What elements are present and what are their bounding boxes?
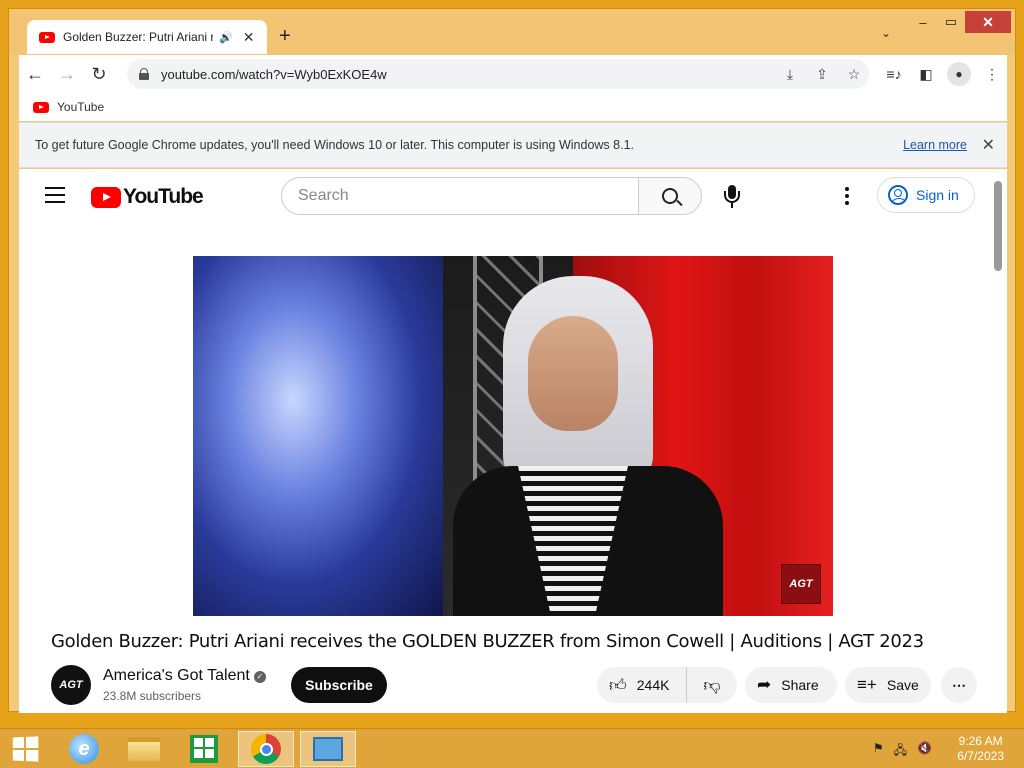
window-controls: – ▭ ✕ [909, 11, 1011, 33]
video-stage-lights [193, 256, 443, 616]
youtube-wordmark: YouTube [123, 185, 204, 208]
like-button[interactable]: 👍︎ 244K [597, 667, 687, 703]
like-dislike-group: 👍︎ 244K 👎︎ [597, 667, 737, 703]
share-page-icon[interactable]: ⇪ [813, 66, 831, 83]
profile-avatar-icon[interactable]: ● [947, 62, 971, 86]
bookmark-youtube[interactable]: YouTube [33, 100, 104, 114]
share-arrow-icon: ➦ [757, 675, 772, 694]
remote-desktop-icon [313, 737, 343, 761]
more-horizontal-icon: ⋯ [952, 676, 966, 693]
lock-icon[interactable] [139, 68, 149, 80]
audio-playing-icon[interactable]: 🔊 [219, 31, 233, 44]
infobar-message: To get future Google Chrome updates, you… [35, 138, 634, 152]
minimize-button[interactable]: – [909, 11, 937, 33]
tab-youtube[interactable]: Golden Buzzer: Putri Ariani re 🔊 ✕ [27, 20, 267, 54]
toolbar-right: ≡♪ ◧ ● ⋮ [883, 59, 1003, 89]
taskbar-internet-explorer[interactable]: e [56, 731, 112, 767]
search-input[interactable]: Search [281, 177, 639, 215]
page-scrollbar[interactable] [989, 169, 1007, 713]
clock-time: 9:26 AM [958, 734, 1003, 748]
verified-badge-icon: ✓ [253, 671, 266, 683]
title-bar: Golden Buzzer: Putri Ariani re 🔊 ✕ + ⌄ –… [9, 9, 1015, 55]
tab-close-icon[interactable]: ✕ [243, 29, 255, 46]
maximize-button[interactable]: ▭ [937, 11, 965, 33]
youtube-logo[interactable]: YouTube [91, 185, 204, 209]
chrome-menu-icon[interactable]: ⋮ [981, 59, 1003, 89]
search-button[interactable] [638, 177, 702, 215]
video-title: Golden Buzzer: Putri Ariani receives the… [51, 631, 924, 652]
forward-button[interactable]: → [51, 58, 83, 90]
taskbar-clock[interactable]: 9:26 AM 6/7/2023 [957, 734, 1004, 764]
infobar-close-icon[interactable]: ✕ [982, 135, 995, 155]
channel-name-text[interactable]: America's Got Talent [103, 667, 250, 684]
save-label: Save [886, 677, 919, 693]
side-panel-icon[interactable]: ◧ [915, 59, 937, 89]
dislike-button[interactable]: 👎︎ [687, 667, 737, 703]
url-text[interactable]: youtube.com/watch?v=Wyb0ExKOE4w [161, 67, 387, 82]
network-icon[interactable]: 🖧 [894, 741, 907, 762]
update-infobar: To get future Google Chrome updates, you… [19, 122, 1007, 168]
channel-name[interactable]: America's Got Talent ✓ [103, 667, 266, 685]
address-bar[interactable]: youtube.com/watch?v=Wyb0ExKOE4w ⤓ ⇪ ☆ [127, 59, 869, 89]
thumbs-down-icon: 👎︎ [703, 675, 721, 695]
youtube-page: YouTube Search Sign in AGT Golden Buzzer… [19, 169, 1007, 713]
like-count: 244K [636, 677, 670, 693]
voice-search-icon[interactable] [721, 185, 743, 209]
agt-watermark: AGT [781, 564, 821, 604]
youtube-favicon-icon [33, 101, 49, 113]
guide-menu-icon[interactable] [45, 187, 65, 203]
tab-title: Golden Buzzer: Putri Ariani re [63, 30, 213, 44]
reload-button[interactable]: ↻ [83, 58, 115, 90]
channel-avatar[interactable]: AGT [51, 665, 91, 705]
account-icon [888, 185, 908, 205]
scrollbar-thumb[interactable] [994, 181, 1002, 271]
subscriber-count: 23.8M subscribers [103, 689, 202, 703]
install-app-icon[interactable]: ⤓ [781, 66, 799, 83]
taskbar-store[interactable] [176, 731, 232, 767]
windows-taskbar: e ⚑ 🖧 🔇 9:26 AM 6/7/2023 [0, 728, 1024, 768]
omnibox-actions: ⤓ ⇪ ☆ [781, 59, 863, 89]
taskbar-remote-desktop[interactable] [300, 731, 356, 767]
subscribe-button[interactable]: Subscribe [291, 667, 387, 703]
browser-toolbar: ← → ↻ youtube.com/watch?v=Wyb0ExKOE4w ⤓ … [19, 55, 1007, 93]
folder-icon [128, 737, 160, 761]
start-button-icon[interactable] [12, 736, 39, 762]
new-tab-button[interactable]: + [279, 25, 291, 48]
youtube-favicon-icon [39, 31, 55, 43]
bookmarks-bar: YouTube [19, 93, 1007, 121]
tab-search-chevron-icon[interactable]: ⌄ [881, 26, 891, 40]
share-button[interactable]: ➦ Share [745, 667, 837, 703]
volume-muted-icon[interactable]: 🔇 [917, 741, 932, 762]
more-actions-button[interactable]: ⋯ [941, 667, 977, 703]
taskbar-file-explorer[interactable] [116, 731, 172, 767]
add-to-playlist-icon: ≡+ [857, 675, 877, 694]
back-button[interactable]: ← [19, 58, 51, 90]
channel-row: AGT America's Got Talent ✓ 23.8M subscrib… [51, 663, 981, 707]
sign-in-label: Sign in [916, 187, 959, 203]
search-icon [662, 188, 678, 204]
bookmark-label: YouTube [57, 100, 105, 114]
action-center-flag-icon[interactable]: ⚑ [873, 741, 884, 762]
learn-more-link[interactable]: Learn more [903, 138, 967, 152]
youtube-play-icon [91, 186, 121, 208]
video-performer [453, 276, 723, 616]
store-icon [190, 735, 218, 763]
internet-explorer-icon: e [69, 734, 99, 764]
media-controls-icon[interactable]: ≡♪ [883, 59, 905, 89]
save-button[interactable]: ≡+ Save [845, 667, 931, 703]
youtube-header: YouTube Search Sign in [19, 169, 989, 225]
system-tray: ⚑ 🖧 🔇 [873, 741, 932, 762]
share-label: Share [781, 677, 819, 693]
thumbs-up-icon: 👍︎ [609, 675, 627, 695]
bookmark-star-icon[interactable]: ☆ [845, 66, 863, 83]
clock-date: 6/7/2023 [957, 749, 1004, 763]
close-window-button[interactable]: ✕ [965, 11, 1011, 33]
chrome-window: Golden Buzzer: Putri Ariani re 🔊 ✕ + ⌄ –… [8, 8, 1016, 713]
settings-menu-icon[interactable] [845, 187, 849, 205]
chrome-icon [251, 734, 281, 764]
sign-in-button[interactable]: Sign in [877, 177, 975, 213]
video-player[interactable]: AGT [193, 256, 833, 616]
taskbar-chrome[interactable] [238, 731, 294, 767]
